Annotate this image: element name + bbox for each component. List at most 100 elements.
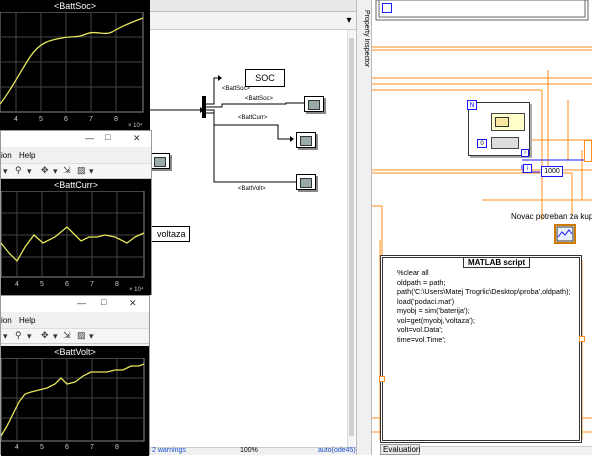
x-tick: 7 xyxy=(89,116,93,123)
script-node-terminal[interactable] xyxy=(579,336,585,342)
maximize-button[interactable]: □ xyxy=(101,297,106,307)
toolbar-arrow-icon[interactable]: ▾ xyxy=(27,166,32,177)
toolbar-arrow-icon[interactable]: ▾ xyxy=(53,331,58,342)
x-tick: 6 xyxy=(65,281,69,288)
toolbar-arrow-icon[interactable]: ▾ xyxy=(27,331,32,342)
window-titlebar xyxy=(1,296,149,312)
subvi-i-terminal: i xyxy=(521,149,529,157)
plot-canvas: <BattVolt> 4 5 6 7 8 xyxy=(1,346,149,456)
voltaza-label: voltaza xyxy=(157,229,186,239)
maximize-button[interactable]: □ xyxy=(105,132,110,142)
scope-figure-volt: — □ ✕ ion Help ▾ ⚲ ▾ ✥ ▾ ⇲ ▨ ▾ <BattVolt… xyxy=(0,295,150,456)
labview-index-terminal[interactable]: i xyxy=(523,164,532,173)
labview-numeric-constant-1000[interactable]: 1000 xyxy=(541,166,563,177)
scope-screen xyxy=(300,136,312,146)
toolbar-arrow-icon[interactable]: ▾ xyxy=(3,166,8,177)
x-tick: 4 xyxy=(15,444,19,451)
novac-waveform-indicator[interactable] xyxy=(554,224,576,244)
x-tick: 5 xyxy=(40,281,44,288)
x-exponent: × 10⁴ xyxy=(129,287,144,293)
minimize-button[interactable]: — xyxy=(85,133,94,143)
x-tick: 6 xyxy=(64,116,68,123)
highlight-icon[interactable]: ▨ xyxy=(77,330,86,341)
scale-icon[interactable]: ⇲ xyxy=(63,330,71,341)
x-tick: 7 xyxy=(90,444,94,451)
x-tick: 8 xyxy=(114,116,118,123)
subvi-function-icon xyxy=(495,117,509,127)
toolbar-arrow-icon[interactable]: ▾ xyxy=(89,331,94,342)
scope-screen xyxy=(154,157,166,167)
x-tick: 5 xyxy=(40,444,44,451)
labview-horizontal-scrollbar[interactable] xyxy=(420,446,592,455)
script-line: load('podaci.mat') xyxy=(397,296,455,306)
script-line: myobj = sim('baterija'); xyxy=(397,306,470,315)
toolbar-arrow-icon[interactable]: ▾ xyxy=(3,331,8,342)
x-tick: 6 xyxy=(65,444,69,451)
menu-item-ion[interactable]: ion xyxy=(1,316,12,325)
simulink-vertical-scrollbar[interactable] xyxy=(347,30,355,447)
figure-toolbar: ▾ ⚲ ▾ ✥ ▾ ⇲ ▨ ▾ xyxy=(1,163,151,179)
x-tick: 4 xyxy=(14,116,18,123)
labview-indicator-right[interactable] xyxy=(584,140,592,162)
script-line: path('C:\Users\Matej Trogrlic\Desktop\pr… xyxy=(397,287,571,296)
figure-title: <BattVolt> xyxy=(1,346,149,358)
soc-plot-area xyxy=(0,12,144,113)
x-tick: 5 xyxy=(39,116,43,123)
scope-block-left[interactable] xyxy=(150,153,170,169)
x-tick: 4 xyxy=(15,281,19,288)
scope-figure-curr: — □ ✕ ion Help ▾ ⚲ ▾ ✥ ▾ ⇲ ▨ ▾ <BattCurr… xyxy=(0,130,152,295)
subvi-array-node xyxy=(491,137,519,149)
matlab-script-code[interactable]: %clear all oldpath = path; path('C:\User… xyxy=(397,268,581,344)
menu-item-ion[interactable]: ion xyxy=(1,151,12,160)
labview-subvi-frame[interactable]: N 0 i xyxy=(467,100,530,157)
subvi-n-terminal: N xyxy=(467,100,477,110)
script-line: volt=vol.Data'; xyxy=(397,325,443,334)
scope-block-volt[interactable] xyxy=(296,174,316,190)
highlight-icon[interactable]: ▨ xyxy=(77,165,86,176)
x-tick: 8 xyxy=(115,444,119,451)
novac-label: Novac potreban za kupnj xyxy=(511,212,592,221)
pan-icon[interactable]: ✥ xyxy=(41,330,49,341)
close-button[interactable]: ✕ xyxy=(133,133,141,144)
script-line: %clear all xyxy=(397,268,429,277)
figure-title: <BattCurr> xyxy=(1,179,151,191)
close-button[interactable]: ✕ xyxy=(129,298,137,309)
scrollbar-thumb[interactable] xyxy=(349,38,354,436)
x-exponent: × 10⁴ xyxy=(128,123,143,129)
script-line: time=vol.Time'; xyxy=(397,334,446,344)
labview-top-indicator[interactable] xyxy=(382,3,392,13)
curr-plot-area xyxy=(1,191,145,278)
scope-block-soc[interactable] xyxy=(304,96,324,112)
scale-icon[interactable]: ⇲ xyxy=(63,165,71,176)
figure-toolbar: ▾ ⚲ ▾ ✥ ▾ ⇲ ▨ ▾ xyxy=(1,328,149,344)
soc-display-block[interactable]: SOC xyxy=(245,69,285,87)
subvi-const-zero: 0 xyxy=(477,139,487,148)
evaluation-tab[interactable]: Evaluation xyxy=(380,444,420,455)
pan-icon[interactable]: ✥ xyxy=(41,165,49,176)
menu-item-help[interactable]: Help xyxy=(19,151,35,160)
bus-selector xyxy=(202,96,206,118)
voltaza-block[interactable]: voltaza xyxy=(150,226,190,242)
bus-label-soc-1: <BattSoc> xyxy=(222,86,251,92)
property-inspector-strip[interactable]: Property Inspector xyxy=(356,0,372,455)
bus-label-curr: <BattCurr> xyxy=(238,115,268,121)
zoom-icon[interactable]: ⚲ xyxy=(15,165,22,176)
window-titlebar xyxy=(1,131,151,147)
x-tick: 8 xyxy=(115,281,119,288)
script-node-terminal[interactable] xyxy=(379,376,385,382)
matlab-script-node[interactable]: MATLAB script %clear all oldpath = path;… xyxy=(379,255,585,443)
waveform-chart-icon xyxy=(556,226,574,242)
minimize-button[interactable]: — xyxy=(77,298,86,308)
plot-canvas: <BattCurr> 4 5 6 7 8 × 10⁴ xyxy=(1,179,151,295)
property-inspector-label: Property Inspector xyxy=(363,10,370,68)
scope-block-curr[interactable] xyxy=(296,132,316,148)
bus-label-volt: <BattVolt> xyxy=(238,186,266,192)
matlab-script-title: MATLAB script xyxy=(463,257,531,268)
menu-item-help[interactable]: Help xyxy=(19,316,35,325)
soc-block-label: SOC xyxy=(255,73,275,83)
toolbar-arrow-icon[interactable]: ▾ xyxy=(89,166,94,177)
zoom-icon[interactable]: ⚲ xyxy=(15,330,22,341)
scope-screen xyxy=(308,100,320,110)
toolbar-arrow-icon[interactable]: ▾ xyxy=(53,166,58,177)
figure-title: <BattSoc> xyxy=(0,0,150,12)
